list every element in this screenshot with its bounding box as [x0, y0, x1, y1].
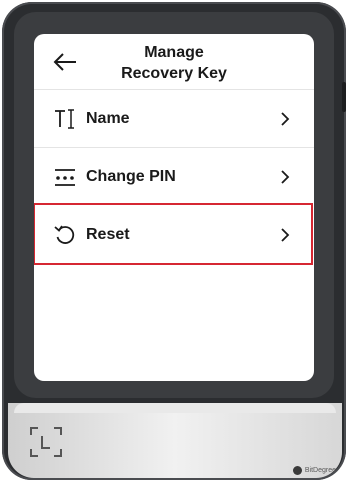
- scan-frame-icon: [30, 427, 62, 457]
- watermark-logo-icon: [292, 466, 302, 475]
- menu-item-label: Name: [86, 110, 130, 127]
- watermark-text: BitDegree: [304, 467, 336, 474]
- page-title-line1: Manage: [144, 44, 204, 61]
- back-arrow-icon[interactable]: [52, 50, 78, 74]
- menu-item-name[interactable]: Name: [34, 90, 314, 148]
- page-title-line2: Recovery Key: [121, 65, 227, 82]
- pin-dots-icon: [52, 164, 78, 190]
- menu-item-change-pin[interactable]: Change PIN: [34, 148, 314, 206]
- chevron-right-icon: [281, 170, 290, 184]
- page-title: Manage Recovery Key: [90, 42, 314, 84]
- chevron-right-icon: [281, 112, 290, 126]
- highlight-box: [34, 203, 313, 265]
- side-button[interactable]: [342, 82, 346, 112]
- device-base-edge: [14, 403, 336, 413]
- device-screen: Manage Recovery Key Name Change PIN Rese…: [34, 34, 314, 381]
- text-cursor-icon: [52, 106, 78, 132]
- menu-item-label: Change PIN: [86, 168, 176, 185]
- watermark: BitDegree: [292, 466, 336, 475]
- screen-header: Manage Recovery Key: [34, 34, 314, 92]
